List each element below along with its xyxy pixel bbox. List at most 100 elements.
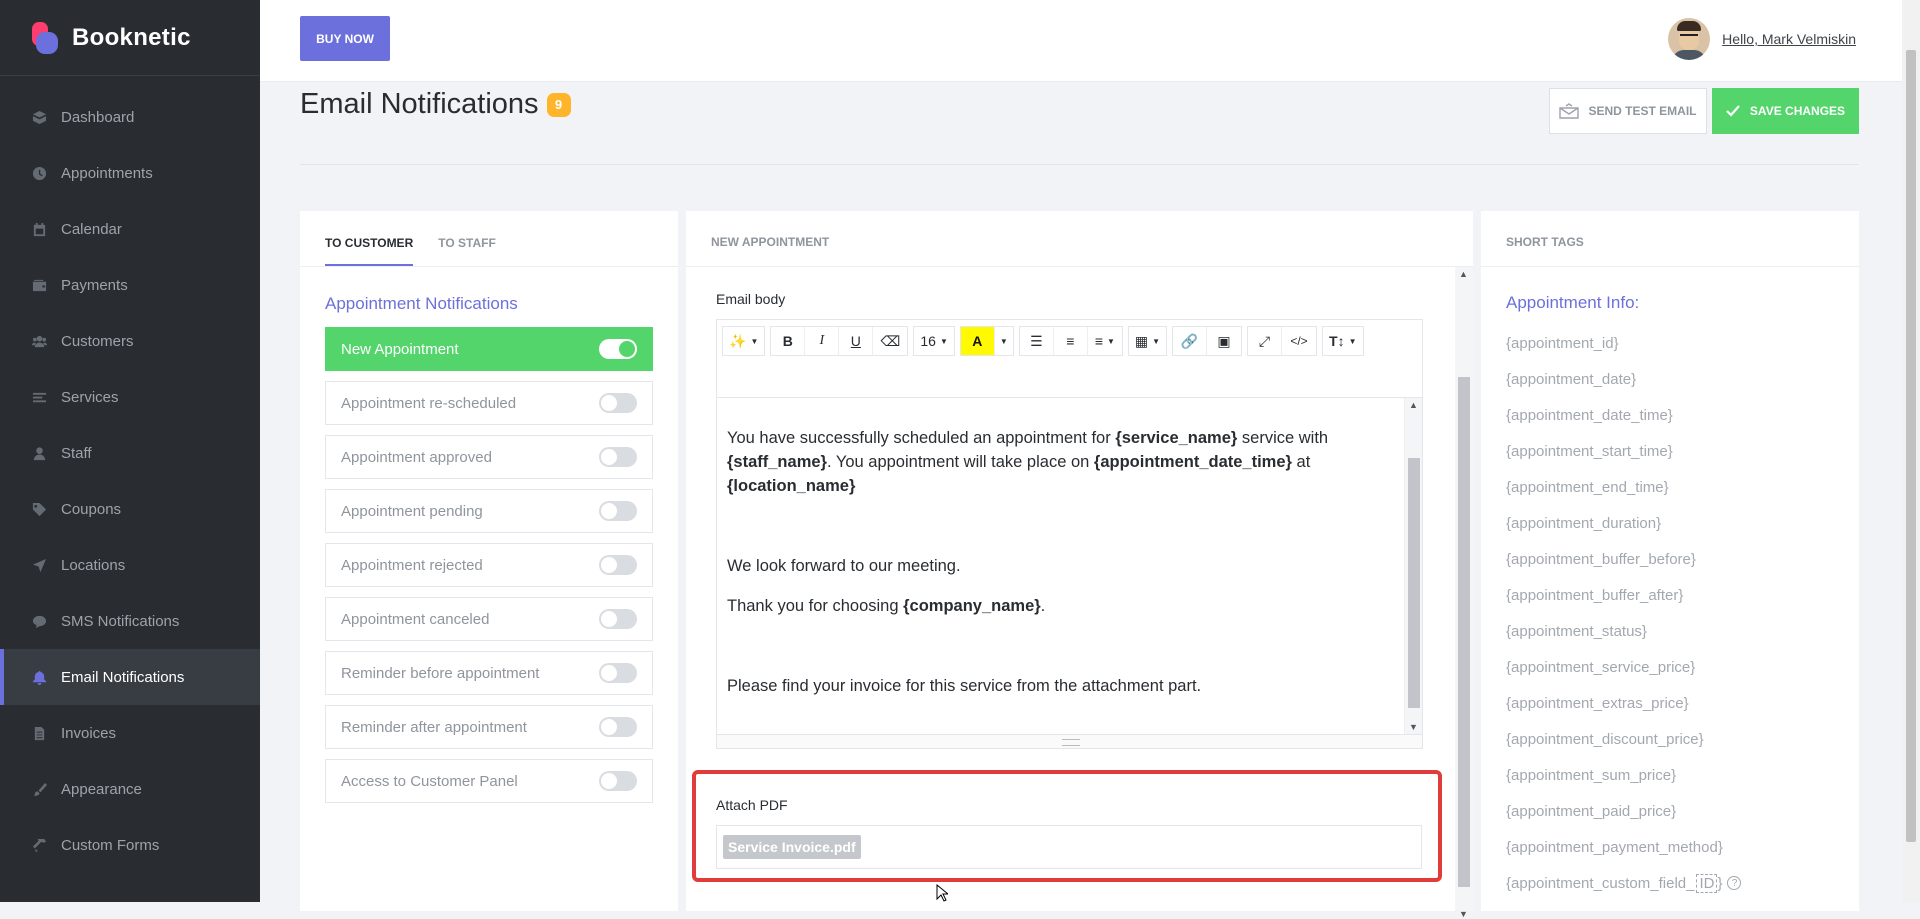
text-color-icon[interactable]: A — [960, 327, 995, 355]
short-tag[interactable]: {appointment_sum_price} — [1506, 757, 1834, 793]
bullet-list-icon[interactable]: ☰ — [1020, 327, 1054, 355]
short-tag[interactable]: {appointment_service_price} — [1506, 649, 1834, 685]
sidebar-item-label: Customers — [61, 332, 134, 350]
clock-icon — [32, 166, 47, 181]
magic-wand-style-icon[interactable]: ✨ ▼ — [723, 327, 764, 355]
notification-item-reminder-before[interactable]: Reminder before appointment — [325, 651, 653, 695]
sidebar: Booknetic Dashboard Appointments Calenda… — [0, 0, 260, 902]
sidebar-item-staff[interactable]: Staff — [0, 425, 260, 481]
code-view-icon[interactable]: </> — [1282, 327, 1316, 355]
notification-item-reminder-after[interactable]: Reminder after appointment — [325, 705, 653, 749]
sidebar-nav: Dashboard Appointments Calendar Payments… — [0, 76, 260, 873]
sidebar-item-email-notifications[interactable]: Email Notifications — [0, 649, 260, 705]
numbered-list-icon[interactable]: ≡ — [1054, 327, 1088, 355]
short-tags-header: SHORT TAGS — [1481, 211, 1859, 267]
attachment-chip[interactable]: Service Invoice.pdf — [723, 835, 861, 859]
logo[interactable]: Booknetic — [0, 0, 260, 76]
save-changes-label: SAVE CHANGES — [1749, 104, 1846, 118]
page-scrollbar[interactable] — [1902, 0, 1920, 902]
notification-toggle[interactable] — [599, 555, 637, 575]
user-menu[interactable]: Hello, Mark Velmiskin — [1668, 18, 1856, 60]
notification-item-rejected[interactable]: Appointment rejected — [325, 543, 653, 587]
font-size-dropdown[interactable]: 16 ▼ — [914, 327, 954, 355]
help-icon[interactable]: ? — [1727, 876, 1742, 890]
save-changes-button[interactable]: SAVE CHANGES — [1712, 88, 1859, 134]
sidebar-item-sms-notifications[interactable]: SMS Notifications — [0, 593, 260, 649]
short-tag[interactable]: {appointment_end_time} — [1506, 469, 1834, 505]
panel-scrollbar[interactable]: ▲ ▼ — [1455, 267, 1473, 919]
rich-text-editor[interactable]: ✨ ▼ B I U ⌫ 16 ▼ A ▼ ☰ ≡ ≡ ▼ ▦ ▼ 🔗 ▣ ⤢ <… — [716, 319, 1423, 749]
notification-toggle[interactable] — [599, 771, 637, 791]
short-tag[interactable]: {appointment_discount_price} — [1506, 721, 1834, 757]
short-tag[interactable]: {appointment_duration} — [1506, 505, 1834, 541]
notification-item-approved[interactable]: Appointment approved — [325, 435, 653, 479]
editor-resize-handle[interactable] — [717, 734, 1422, 748]
short-tag[interactable]: {appointment_payment_method} — [1506, 829, 1834, 865]
short-tag[interactable]: {appointment_buffer_after} — [1506, 577, 1834, 613]
short-tag[interactable]: {appointment_extras_price} — [1506, 685, 1834, 721]
notification-toggle[interactable] — [599, 447, 637, 467]
short-tag-custom-field[interactable]: {appointment_custom_field_ ID}? — [1506, 865, 1834, 901]
avatar[interactable] — [1668, 18, 1711, 60]
send-test-email-button[interactable]: SEND TEST EMAIL — [1549, 88, 1707, 134]
fullscreen-icon[interactable]: ⤢ — [1248, 327, 1283, 355]
short-tag[interactable]: {appointment_date_time} — [1506, 397, 1834, 433]
sidebar-item-coupons[interactable]: Coupons — [0, 481, 260, 537]
align-icon[interactable]: ≡ ▼ — [1088, 327, 1122, 355]
editor-scrollbar[interactable]: ▲ ▼ — [1404, 398, 1422, 734]
count-badge: 9 — [546, 92, 571, 117]
notification-toggle[interactable] — [599, 501, 637, 521]
line-height-icon[interactable]: T↕ ▼ — [1323, 327, 1362, 355]
image-icon[interactable]: ▣ — [1207, 327, 1241, 355]
sidebar-item-appointments[interactable]: Appointments — [0, 145, 260, 201]
editor-panel-header: NEW APPOINTMENT — [686, 211, 1473, 267]
short-tag[interactable]: {appointment_buffer_before} — [1506, 541, 1834, 577]
tab-to-customer[interactable]: TO CUSTOMER — [325, 236, 414, 266]
short-tag[interactable]: {appointment_start_time} — [1506, 433, 1834, 469]
table-icon[interactable]: ▦ ▼ — [1129, 327, 1166, 355]
sidebar-item-invoices[interactable]: Invoices — [0, 705, 260, 761]
italic-button[interactable]: I — [805, 327, 840, 355]
sidebar-item-label: Appointments — [61, 164, 153, 182]
email-body-content[interactable]: You have successfully scheduled an appoi… — [717, 398, 1404, 734]
notification-item-new-appointment[interactable]: New Appointment — [325, 327, 653, 371]
sidebar-item-custom-forms[interactable]: Custom Forms — [0, 817, 260, 873]
sidebar-item-locations[interactable]: Locations — [0, 537, 260, 593]
short-tag[interactable]: {appointment_status} — [1506, 613, 1834, 649]
sidebar-item-customers[interactable]: Customers — [0, 313, 260, 369]
short-tag[interactable]: {appointment_paid_price} — [1506, 793, 1834, 829]
notification-toggle[interactable] — [599, 609, 637, 629]
sidebar-item-dashboard[interactable]: Dashboard — [0, 89, 260, 145]
sidebar-item-services[interactable]: Services — [0, 369, 260, 425]
sidebar-item-appearance[interactable]: Appearance — [0, 761, 260, 817]
sidebar-item-label: Invoices — [61, 724, 117, 742]
email-body-label: Email body — [716, 291, 786, 307]
tab-to-staff[interactable]: TO STAFF — [438, 236, 496, 266]
notification-toggle[interactable] — [599, 339, 637, 359]
attach-pdf-select[interactable]: Service Invoice.pdf — [716, 825, 1422, 869]
custom-tag-suffix: } — [1717, 874, 1723, 892]
sidebar-item-payments[interactable]: Payments — [0, 257, 260, 313]
sidebar-item-label: Calendar — [61, 220, 122, 238]
notification-list-panel: TO CUSTOMER TO STAFF Appointment Notific… — [300, 211, 678, 911]
user-greeting-link[interactable]: Hello, Mark Velmiskin — [1722, 31, 1856, 47]
notification-item-canceled[interactable]: Appointment canceled — [325, 597, 653, 641]
link-icon[interactable]: 🔗 — [1173, 327, 1208, 355]
eraser-icon[interactable]: ⌫ — [873, 327, 907, 355]
sidebar-item-calendar[interactable]: Calendar — [0, 201, 260, 257]
underline-button[interactable]: U — [839, 327, 874, 355]
color-dropdown-chevron-icon[interactable]: ▼ — [995, 327, 1013, 355]
topbar: BUY NOW Hello, Mark Velmiskin — [260, 0, 1902, 82]
buy-now-button[interactable]: BUY NOW — [300, 16, 390, 61]
notification-item-pending[interactable]: Appointment pending — [325, 489, 653, 533]
notification-item-rescheduled[interactable]: Appointment re-scheduled — [325, 381, 653, 425]
sidebar-item-label: Staff — [61, 444, 92, 462]
notification-toggle[interactable] — [599, 393, 637, 413]
short-tag[interactable]: {appointment_id} — [1506, 325, 1834, 361]
bold-button[interactable]: B — [771, 327, 806, 355]
notification-item-customer-panel[interactable]: Access to Customer Panel — [325, 759, 653, 803]
short-tag[interactable]: {appointment_date} — [1506, 361, 1834, 397]
notification-toggle[interactable] — [599, 663, 637, 683]
sidebar-item-label: SMS Notifications — [61, 612, 180, 630]
notification-toggle[interactable] — [599, 717, 637, 737]
